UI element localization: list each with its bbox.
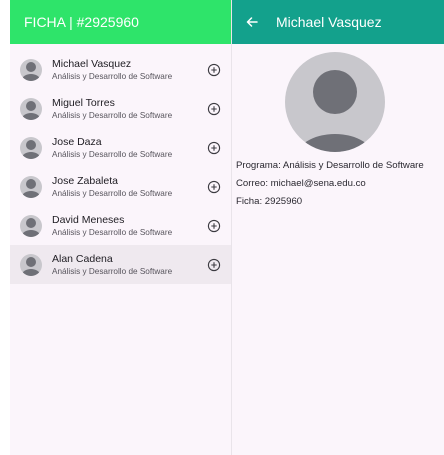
detail-programa: Programa: Análisis y Desarrollo de Softw… (236, 160, 424, 171)
student-name: Michael Vasquez (52, 57, 132, 70)
student-program: Análisis y Desarrollo de Software (52, 188, 173, 198)
detail-header-title: Michael Vasquez (276, 14, 382, 30)
person-avatar-icon (20, 136, 42, 159)
detail-header: Michael Vasquez (232, 0, 444, 44)
person-avatar-icon (20, 97, 42, 120)
student-detail-panel: Michael Vasquez Programa: Análisis y Des… (232, 0, 444, 455)
list-header-title: FICHA | #2925960 (24, 14, 139, 30)
person-avatar-icon (20, 58, 42, 81)
student-program: Análisis y Desarrollo de Software (52, 110, 173, 120)
list-item[interactable]: Michael Vasquez Análisis y Desarrollo de… (10, 50, 231, 89)
student-name: David Meneses (52, 213, 125, 226)
add-circle-icon[interactable] (207, 141, 221, 155)
detail-correo: Correo: michael@sena.edu.co (236, 178, 366, 189)
list-item[interactable]: Jose Zabaleta Análisis y Desarrollo de S… (10, 167, 231, 206)
student-name: Jose Zabaleta (52, 174, 118, 187)
app-frame: FICHA | #2925960 Michael Vasquez Análisi… (10, 0, 444, 455)
students-list-panel: FICHA | #2925960 Michael Vasquez Análisi… (10, 0, 232, 455)
list-header: FICHA | #2925960 (10, 0, 231, 44)
student-name: Alan Cadena (52, 252, 113, 265)
student-program: Análisis y Desarrollo de Software (52, 227, 173, 237)
students-list: Michael Vasquez Análisis y Desarrollo de… (10, 50, 231, 284)
add-circle-icon[interactable] (207, 102, 221, 116)
list-item[interactable]: Miguel Torres Análisis y Desarrollo de S… (10, 89, 231, 128)
list-item-selected[interactable]: Alan Cadena Análisis y Desarrollo de Sof… (10, 245, 231, 284)
add-circle-icon[interactable] (207, 63, 221, 77)
add-circle-icon[interactable] (207, 219, 221, 233)
person-avatar-icon (20, 253, 42, 276)
student-program: Análisis y Desarrollo de Software (52, 266, 173, 276)
profile-avatar-icon (285, 52, 385, 152)
student-name: Jose Daza (52, 135, 102, 148)
student-program: Análisis y Desarrollo de Software (52, 149, 173, 159)
person-avatar-icon (20, 214, 42, 237)
person-avatar-icon (20, 175, 42, 198)
student-program: Análisis y Desarrollo de Software (52, 71, 173, 81)
student-details: Programa: Análisis y Desarrollo de Softw… (236, 160, 424, 214)
list-item[interactable]: David Meneses Análisis y Desarrollo de S… (10, 206, 231, 245)
detail-ficha: Ficha: 2925960 (236, 196, 303, 207)
list-item[interactable]: Jose Daza Análisis y Desarrollo de Softw… (10, 128, 231, 167)
add-circle-icon[interactable] (207, 258, 221, 272)
student-name: Miguel Torres (52, 96, 115, 109)
add-circle-icon[interactable] (207, 180, 221, 194)
arrow-left-icon[interactable] (244, 14, 260, 30)
